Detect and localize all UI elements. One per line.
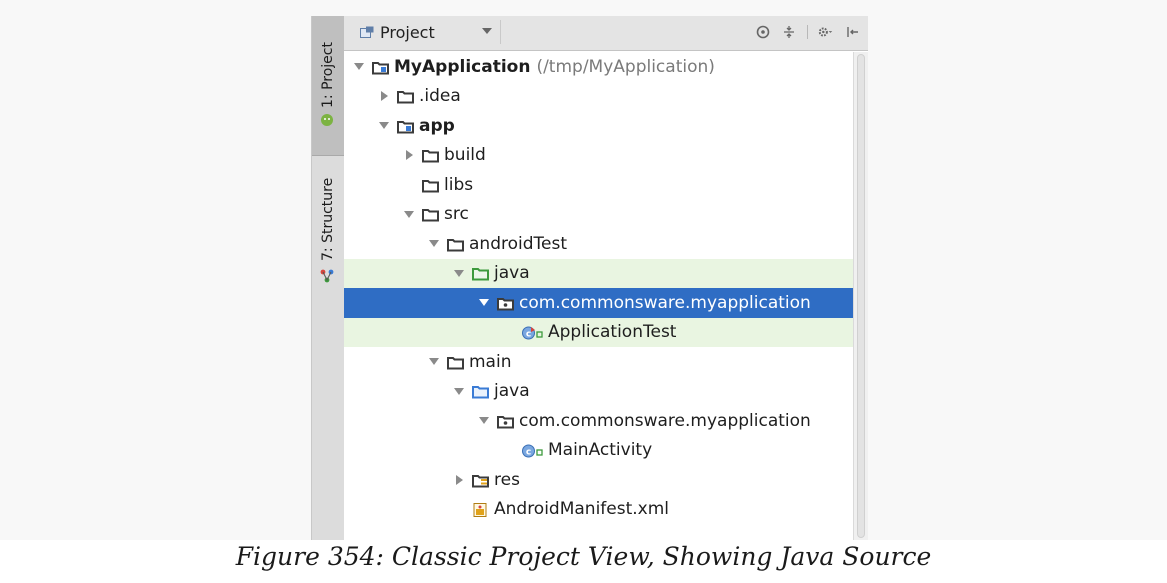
vertical-scrollbar[interactable] xyxy=(853,52,868,540)
expand-down-icon[interactable] xyxy=(377,122,391,130)
tree-node[interactable]: libs xyxy=(344,170,854,200)
toolbar-separator xyxy=(807,25,808,39)
expand-right-icon[interactable] xyxy=(377,91,391,102)
expand-down-icon[interactable] xyxy=(352,63,366,71)
tree-node-label: res xyxy=(494,469,520,490)
expand-right-icon[interactable] xyxy=(402,150,416,161)
tree-node-path: (/tmp/MyApplication) xyxy=(536,56,715,77)
tree-node[interactable]: AndroidManifest.xml xyxy=(344,495,854,525)
figure-caption: Figure 354: Classic Project View, Showin… xyxy=(235,542,932,571)
expand-down-icon[interactable] xyxy=(427,240,441,248)
chevron-down-icon xyxy=(482,28,492,34)
tab-project-label: 1: Project xyxy=(320,42,336,108)
tree-node-label: libs xyxy=(444,174,474,195)
tree-node[interactable]: c ApplicationTest xyxy=(344,317,854,347)
module-folder-icon xyxy=(397,119,415,134)
module-folder-icon xyxy=(372,60,390,75)
tab-structure[interactable]: 7: Structure xyxy=(312,161,344,301)
tree-node[interactable]: build xyxy=(344,141,854,171)
tree-node-label: ApplicationTest xyxy=(548,322,677,343)
tree-node-label: com.commonsware.myapplication xyxy=(519,410,811,431)
tree-node[interactable]: java xyxy=(344,258,854,288)
tree-node[interactable]: .idea xyxy=(344,82,854,112)
class-icon: c xyxy=(522,443,544,458)
tree-node-label: java xyxy=(494,263,530,284)
target-icon[interactable] xyxy=(755,24,771,40)
svg-text:c: c xyxy=(526,448,531,458)
project-view-icon xyxy=(360,26,374,38)
expand-down-icon[interactable] xyxy=(452,387,466,395)
source-folder-icon xyxy=(472,384,490,399)
hide-icon[interactable] xyxy=(844,24,860,40)
scrollbar-thumb[interactable] xyxy=(857,54,865,538)
view-selector-dropdown[interactable]: Project xyxy=(352,20,501,44)
tree-node-label: build xyxy=(444,145,486,166)
tree-node[interactable]: androidTest xyxy=(344,229,854,259)
expand-down-icon[interactable] xyxy=(402,210,416,218)
tree-node[interactable]: app xyxy=(344,111,854,141)
tree-node-label: src xyxy=(444,204,469,225)
view-selector-label: Project xyxy=(380,22,435,42)
package-icon xyxy=(497,296,515,311)
tree-node-label: com.commonsware.myapplication xyxy=(519,292,811,313)
tree-node[interactable]: MyApplication (/tmp/MyApplication) xyxy=(344,52,854,82)
tree-node[interactable]: c MainActivity xyxy=(344,436,854,466)
folder-icon xyxy=(422,178,440,193)
folder-icon xyxy=(447,237,465,252)
panel-toolbar: Project xyxy=(344,16,868,51)
tree-node-label: MainActivity xyxy=(548,440,653,461)
tool-window-strip: 1: Project 7: Structure xyxy=(311,16,345,540)
screenshot-frame: 1: Project 7: Structure Project MyApplic… xyxy=(0,0,1167,540)
svg-text:c: c xyxy=(526,330,531,340)
folder-icon xyxy=(447,355,465,370)
test-folder-icon xyxy=(472,266,490,281)
structure-icon xyxy=(320,269,334,283)
expand-down-icon[interactable] xyxy=(477,299,491,307)
tree-node[interactable]: src xyxy=(344,200,854,230)
project-panel: Project MyApplication (/tmp/MyApplicatio… xyxy=(344,16,868,540)
test-class-icon: c xyxy=(522,325,544,340)
tree-node[interactable]: java xyxy=(344,377,854,407)
tree-node-label: main xyxy=(469,351,512,372)
manifest-file-icon xyxy=(472,502,490,518)
tree-node-label: app xyxy=(419,115,455,136)
expand-down-icon[interactable] xyxy=(452,269,466,277)
resources-folder-icon xyxy=(472,473,490,488)
folder-icon xyxy=(397,89,415,104)
tree-node-label: androidTest xyxy=(469,233,567,254)
tree-node[interactable]: com.commonsware.myapplication xyxy=(344,288,854,318)
tree-node[interactable]: com.commonsware.myapplication xyxy=(344,406,854,436)
collapse-icon[interactable] xyxy=(781,24,797,40)
expand-down-icon[interactable] xyxy=(477,417,491,425)
folder-icon xyxy=(422,207,440,222)
tree-node-label: java xyxy=(494,381,530,402)
gear-icon[interactable] xyxy=(818,24,834,40)
toolbar-icons xyxy=(755,24,860,40)
tree-node[interactable]: res xyxy=(344,465,854,495)
project-tree: MyApplication (/tmp/MyApplication) .idea ap… xyxy=(344,52,854,524)
tree-node-label: .idea xyxy=(419,86,461,107)
tree-node-label: MyApplication xyxy=(394,56,531,77)
package-icon xyxy=(497,414,515,429)
tree-node-label: AndroidManifest.xml xyxy=(494,499,670,520)
folder-icon xyxy=(422,148,440,163)
expand-right-icon[interactable] xyxy=(452,474,466,485)
tab-project[interactable]: 1: Project xyxy=(312,16,344,156)
tab-structure-label: 7: Structure xyxy=(320,177,336,261)
tree-node[interactable]: main xyxy=(344,347,854,377)
android-icon xyxy=(321,114,333,126)
expand-down-icon[interactable] xyxy=(427,358,441,366)
